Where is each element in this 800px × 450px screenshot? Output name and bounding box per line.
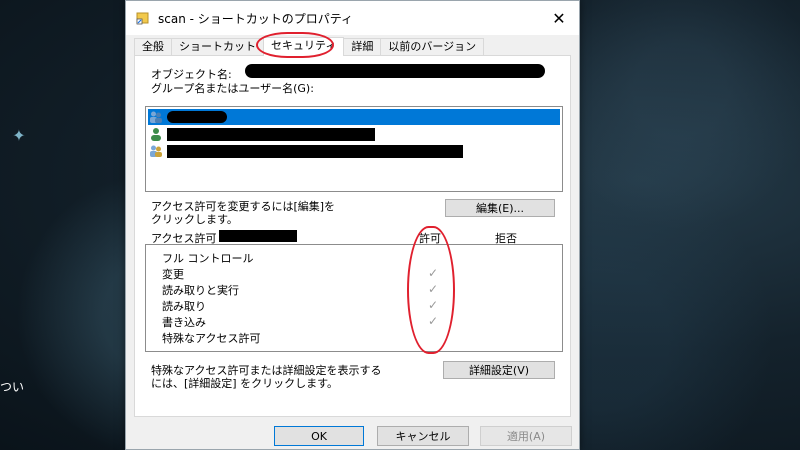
tab-security[interactable]: セキュリティ — [263, 37, 345, 56]
redacted-user-name — [167, 144, 463, 158]
advanced-button[interactable]: 詳細設定(V) — [443, 361, 555, 379]
tab-strip: 全般 ショートカット セキュリティ 詳細 以前のバージョン — [134, 37, 571, 56]
permission-row: 読み取り ✓ — [146, 297, 562, 313]
permission-name: 書き込み — [162, 316, 206, 329]
permission-row: 書き込み ✓ — [146, 313, 562, 329]
close-button[interactable]: ✕ — [539, 1, 579, 35]
fish-icon: ✦ — [12, 126, 26, 145]
permission-name: 読み取りと実行 — [162, 284, 239, 297]
redacted-object-name — [245, 64, 545, 78]
allow-check-icon: ✓ — [428, 298, 439, 312]
permissions-list: フル コントロール 変更 ✓ 読み取りと実行 ✓ 読み取り ✓ 書き込み ✓ 特… — [145, 244, 563, 352]
close-icon: ✕ — [552, 8, 566, 28]
group-icon — [150, 111, 162, 123]
security-panel: オブジェクト名: グループ名またはユーザー名(G): アクセス許可を変更するには… — [134, 55, 571, 417]
group-user-label: グループ名またはユーザー名(G): — [151, 82, 314, 95]
special-hint-line2: には、[詳細設定] をクリックします。 — [151, 377, 338, 390]
user-icon — [151, 128, 161, 141]
change-hint-line2: クリックします。 — [151, 213, 238, 226]
redacted-user-name — [167, 111, 227, 123]
window-title: scan - ショートカットのプロパティ — [158, 11, 354, 26]
redacted-user-name — [167, 127, 375, 141]
allow-check-icon: ✓ — [428, 282, 439, 296]
cancel-button[interactable]: キャンセル — [377, 426, 469, 446]
apply-button[interactable]: 適用(A) — [480, 426, 572, 446]
edit-button[interactable]: 編集(E)... — [445, 199, 555, 217]
shortcut-icon — [136, 11, 150, 25]
redacted-permission-target — [219, 230, 297, 242]
permission-row: 特殊なアクセス許可 — [146, 329, 562, 345]
user-list[interactable] — [145, 106, 563, 192]
tab-shortcut[interactable]: ショートカット — [171, 38, 264, 55]
ok-button[interactable]: OK — [274, 426, 364, 446]
user-list-item[interactable] — [148, 109, 560, 125]
permission-row: 変更 ✓ — [146, 265, 562, 281]
user-list-item[interactable] — [148, 143, 560, 159]
user-list-item[interactable] — [148, 126, 560, 142]
allow-check-icon: ✓ — [428, 266, 439, 280]
title-bar[interactable]: scan - ショートカットのプロパティ ✕ — [126, 1, 579, 35]
properties-window: scan - ショートカットのプロパティ ✕ 全般 ショートカット セキュリティ… — [125, 0, 580, 450]
permission-name: 読み取り — [162, 300, 206, 313]
tab-details[interactable]: 詳細 — [343, 38, 382, 55]
tab-general[interactable]: 全般 — [134, 38, 172, 55]
permission-name: 特殊なアクセス許可 — [162, 332, 261, 345]
tab-previous-versions[interactable]: 以前のバージョン — [380, 38, 485, 55]
permission-name: 変更 — [162, 268, 184, 281]
desktop-text-fragment: つい — [0, 380, 25, 394]
permission-row: フル コントロール — [146, 249, 562, 265]
permission-row: 読み取りと実行 ✓ — [146, 281, 562, 297]
group-icon — [150, 145, 162, 157]
allow-check-icon: ✓ — [428, 314, 439, 328]
permission-name: フル コントロール — [162, 252, 254, 265]
